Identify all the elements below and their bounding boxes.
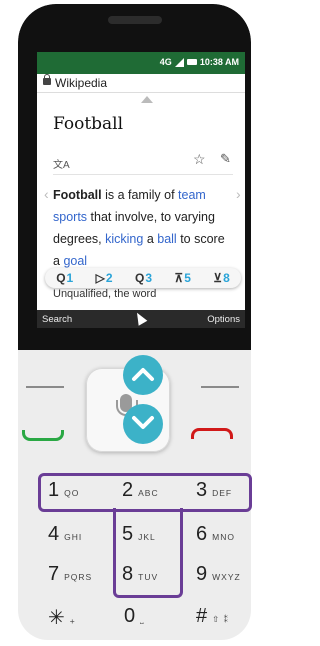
shortcut-number: 5 bbox=[184, 271, 191, 285]
key-5[interactable]: 5 JKL bbox=[122, 523, 156, 551]
voicemail-icon: QO bbox=[64, 488, 80, 498]
key-letters: ABC bbox=[138, 488, 159, 498]
shortcut-number: 8 bbox=[223, 271, 230, 285]
bold-term: Football bbox=[53, 188, 102, 202]
shortcut-number: 1 bbox=[66, 271, 74, 285]
article-title: Football bbox=[53, 114, 124, 134]
zoom-in-icon: Q bbox=[134, 271, 145, 285]
status-bar: 4G 10:38 AM bbox=[37, 52, 245, 74]
scroll-top-icon: ⊼ bbox=[174, 271, 184, 285]
key-letters: JKL bbox=[138, 532, 156, 542]
key-letters: DEF bbox=[212, 488, 233, 498]
zoom-out-icon: Q bbox=[56, 271, 66, 285]
key-digit: 8 bbox=[122, 563, 134, 585]
key-1[interactable]: 1 QO bbox=[48, 479, 79, 507]
key-letters: GHI bbox=[64, 532, 83, 542]
signal-icon bbox=[174, 57, 184, 67]
key-letters: + bbox=[69, 616, 76, 626]
key-letters: MNO bbox=[212, 532, 235, 542]
chevron-left-icon: ‹ bbox=[44, 186, 49, 202]
shortcut-number: 2 bbox=[105, 271, 113, 285]
key-digit: 0 bbox=[124, 605, 136, 627]
key-digit: 1 bbox=[48, 479, 60, 501]
hash-icon: # bbox=[196, 605, 208, 627]
key-0[interactable]: 0 ⎵ bbox=[124, 605, 145, 633]
shift-icon: ⇧ ⁑ bbox=[212, 614, 229, 624]
key-digit: 5 bbox=[122, 523, 134, 545]
link-ball[interactable]: ball bbox=[157, 232, 176, 246]
key-digit: 3 bbox=[196, 479, 208, 501]
right-softkey-button[interactable] bbox=[201, 386, 239, 388]
para-text: is a family of bbox=[101, 188, 179, 202]
chevron-down-icon bbox=[132, 416, 154, 429]
shortcut-cursor[interactable]: ▷ 2 bbox=[96, 271, 113, 285]
earpiece-speaker bbox=[108, 16, 162, 24]
article-paragraph: Football is a family of team sports that… bbox=[53, 184, 231, 272]
battery-icon bbox=[186, 59, 197, 65]
link-kicking[interactable]: kicking bbox=[105, 232, 143, 246]
softkey-right[interactable]: Options bbox=[207, 314, 240, 325]
chevron-up-icon bbox=[132, 368, 154, 381]
app-header: Wikipedia bbox=[37, 74, 245, 93]
softkey-bar: Search Options bbox=[37, 310, 245, 328]
asterisk-icon: ✳ bbox=[48, 607, 65, 629]
shortcut-bar: Q1 ▷ 2 Q3 ⊼ 5 ⊻ 8 bbox=[45, 268, 241, 288]
key-letters: WXYZ bbox=[212, 572, 241, 582]
link-goal[interactable]: goal bbox=[63, 254, 87, 268]
star-outline-icon[interactable]: ☆ bbox=[193, 151, 206, 168]
key-letters: TUV bbox=[138, 572, 159, 582]
key-star[interactable]: ✳ + bbox=[48, 605, 76, 633]
shortcut-scroll-top[interactable]: ⊼ 5 bbox=[174, 271, 190, 285]
pencil-icon[interactable]: ✎ bbox=[220, 151, 231, 167]
shortcut-scroll-bottom[interactable]: ⊻ 8 bbox=[213, 271, 229, 285]
pointer-cursor-icon bbox=[132, 310, 148, 326]
call-button[interactable] bbox=[22, 430, 64, 441]
lock-icon bbox=[43, 74, 51, 85]
key-4[interactable]: 4 GHI bbox=[48, 523, 82, 551]
key-digit: 2 bbox=[122, 479, 134, 501]
key-letters: PQRS bbox=[64, 572, 93, 582]
key-digit: 4 bbox=[48, 523, 60, 545]
left-softkey-button[interactable] bbox=[26, 386, 64, 388]
key-7[interactable]: 7 PQRS bbox=[48, 563, 92, 591]
shortcut-number: 3 bbox=[145, 271, 152, 285]
dpad-down-button[interactable] bbox=[123, 404, 163, 444]
scroll-up-hint-icon bbox=[141, 96, 153, 103]
space-icon: ⎵ bbox=[140, 614, 145, 624]
key-digit: 7 bbox=[48, 563, 60, 585]
key-digit: 9 bbox=[196, 563, 208, 585]
phone-screen: 4G 10:38 AM Wikipedia Football 文A ☆ ✎ ‹ … bbox=[37, 52, 245, 328]
dpad-up-button[interactable] bbox=[123, 355, 163, 395]
key-hash[interactable]: # ⇧ ⁑ bbox=[196, 605, 229, 633]
softkey-left[interactable]: Search bbox=[42, 314, 72, 325]
key-9[interactable]: 9 WXYZ bbox=[196, 563, 241, 591]
key-3[interactable]: 3 DEF bbox=[196, 479, 232, 507]
translate-icon[interactable]: 文A bbox=[53, 156, 70, 171]
para-text: a bbox=[143, 232, 158, 246]
cursor-icon: ▷ bbox=[95, 271, 105, 285]
scroll-bottom-icon: ⊻ bbox=[213, 271, 223, 285]
shortcut-zoom-out[interactable]: Q1 bbox=[56, 271, 73, 285]
article-text-continued: Unqualified, the word bbox=[53, 288, 157, 300]
key-2[interactable]: 2 ABC bbox=[122, 479, 159, 507]
key-8[interactable]: 8 TUV bbox=[122, 563, 158, 591]
network-label: 4G bbox=[159, 57, 172, 67]
key-digit: 6 bbox=[196, 523, 208, 545]
divider bbox=[53, 174, 233, 175]
app-title: Wikipedia bbox=[55, 76, 108, 90]
clock: 10:38 AM bbox=[199, 57, 239, 67]
key-6[interactable]: 6 MNO bbox=[196, 523, 235, 551]
shortcut-zoom-in[interactable]: Q3 bbox=[135, 271, 152, 285]
chevron-right-icon: › bbox=[236, 186, 241, 202]
end-call-button[interactable] bbox=[191, 428, 233, 439]
